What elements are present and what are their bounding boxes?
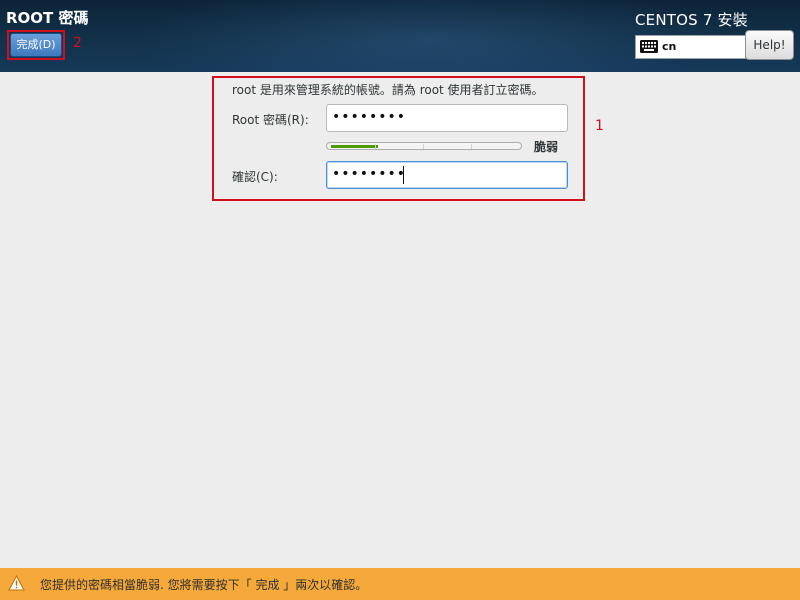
done-button[interactable]: 完成(D) <box>10 33 62 57</box>
warning-message: 您提供的密碼相當脆弱. 您將需要按下「 完成 」兩次以確認。 <box>40 578 368 592</box>
keyboard-layout-label: cn <box>662 40 677 53</box>
keyboard-icon <box>640 40 658 53</box>
root-password-label: Root 密碼(R): <box>232 113 309 127</box>
root-password-field[interactable]: •••••••• <box>326 104 568 132</box>
meter-divider <box>471 144 472 149</box>
warning-triangle-icon <box>8 575 25 591</box>
meter-divider <box>375 144 376 149</box>
confirm-password-value: •••••••• <box>332 166 407 182</box>
password-strength-label: 脆弱 <box>534 140 559 154</box>
meter-divider <box>423 144 424 149</box>
text-cursor <box>403 166 404 184</box>
annotation-marker-1: 1 <box>595 118 604 134</box>
confirm-password-field[interactable]: •••••••• <box>326 161 568 189</box>
annotation-marker-2: 2 <box>73 35 82 51</box>
product-title: CENTOS 7 安裝 <box>635 11 748 29</box>
header-bar: ROOT 密碼 完成(D) 2 CENTOS 7 安裝 cn Help! <box>0 0 800 72</box>
warning-bar: 您提供的密碼相當脆弱. 您將需要按下「 完成 」兩次以確認。 <box>0 568 800 600</box>
intro-text: root 是用來管理系統的帳號。請為 root 使用者訂立密碼。 <box>232 83 544 97</box>
root-password-value: •••••••• <box>332 109 407 125</box>
page-title: ROOT 密碼 <box>6 9 89 27</box>
password-strength-meter <box>326 142 522 150</box>
confirm-password-label: 確認(C): <box>232 170 278 184</box>
keyboard-layout-indicator[interactable]: cn <box>635 35 746 59</box>
help-button[interactable]: Help! <box>745 30 794 60</box>
password-strength-fill <box>331 145 378 148</box>
